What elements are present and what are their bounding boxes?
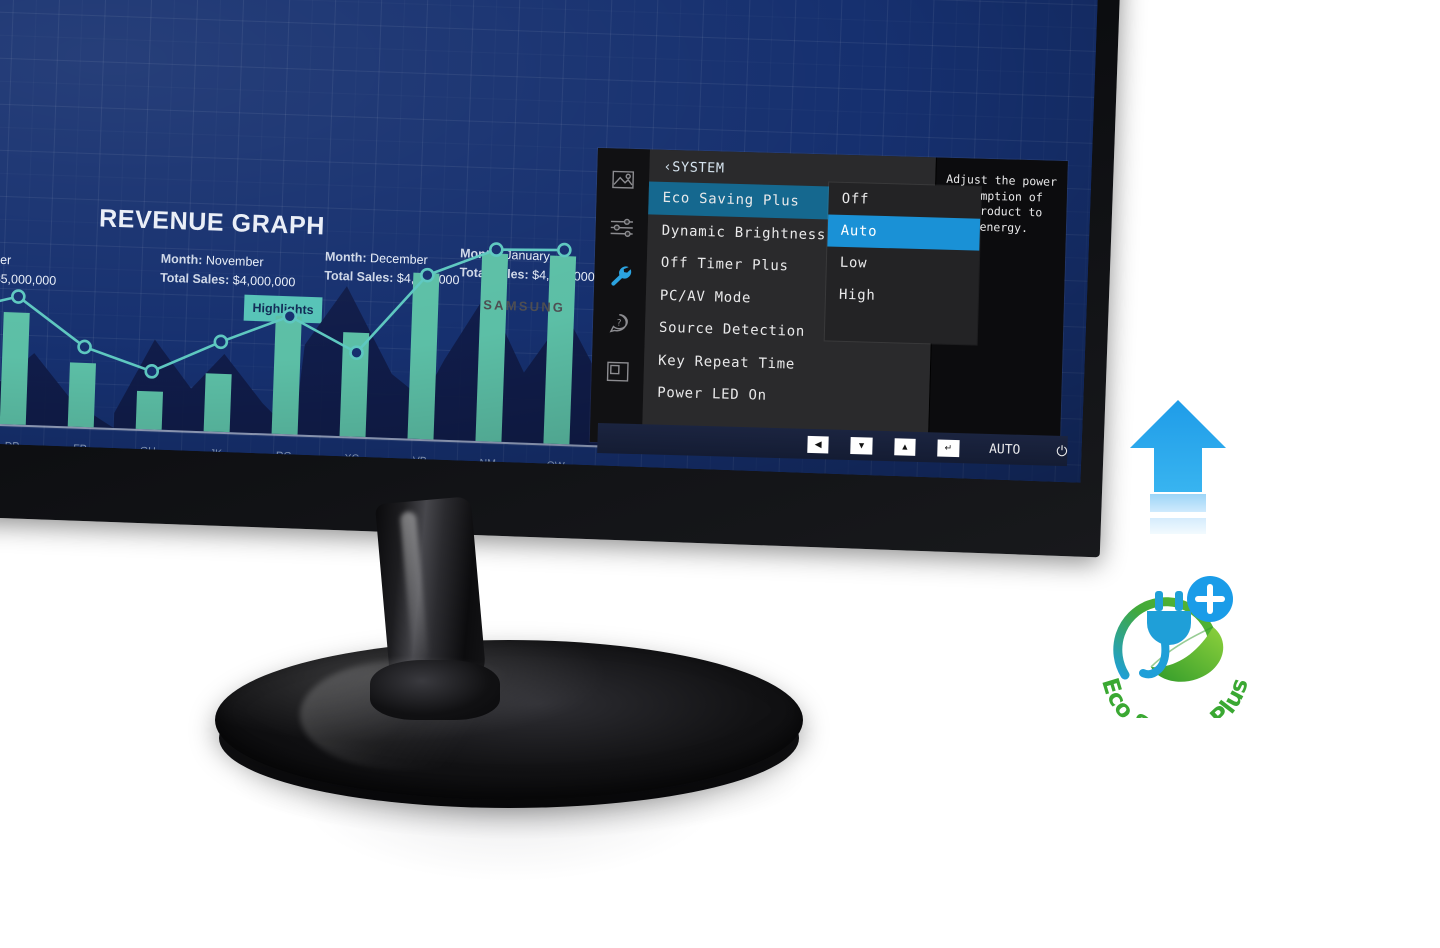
menu-item-eco-saving-plus[interactable]: Eco Saving Plus: [648, 181, 832, 220]
option-off[interactable]: Off: [828, 182, 981, 218]
osd-body: ‹SYSTEM Eco Saving Plus Dynamic Brightne…: [641, 149, 982, 452]
auto-button[interactable]: AUTO: [989, 441, 1021, 457]
revenue-bar-chart: RG DP FP GH JK RG XC VB NM QW: [0, 163, 611, 482]
option-high[interactable]: High: [826, 278, 979, 314]
screenshot-root: 2014 America + Europe 2020 $12,000,000 2…: [0, 0, 1440, 948]
breadcrumb-label: SYSTEM: [672, 159, 725, 177]
option-auto[interactable]: Auto: [827, 214, 981, 251]
pip-icon[interactable]: [604, 358, 631, 385]
picture-icon[interactable]: [610, 166, 637, 193]
eco-logo-graphic: Eco Saving Plus: [1096, 576, 1254, 747]
left-arrow-icon: ◀: [814, 438, 822, 449]
down-arrow-icon: ▼: [856, 439, 867, 450]
eco-saving-plus-logo: Eco Saving Plus: [1085, 563, 1265, 747]
option-low[interactable]: Low: [826, 246, 979, 282]
arrow-trail-2: [1150, 518, 1206, 534]
eco-logo-text: Eco Saving Plus: [1096, 675, 1254, 718]
svg-text:?: ?: [617, 319, 622, 329]
brand-logo: SAMSUNG: [483, 297, 566, 316]
enter-button[interactable]: ↵: [937, 438, 960, 457]
help-icon[interactable]: ?: [606, 310, 633, 337]
sliders-icon[interactable]: [608, 214, 635, 241]
menu-item-power-led-on[interactable]: Power LED On: [643, 376, 930, 416]
osd-icon-rail[interactable]: ?: [589, 148, 650, 444]
up-arrow-icon: ▲: [900, 440, 910, 452]
osd-menu[interactable]: ? ‹SYSTEM Eco Saving Plus Dynamic Bright…: [589, 148, 1068, 456]
power-button[interactable]: ⏻: [1056, 442, 1068, 459]
eco-saving-plus-dropdown[interactable]: Off Auto Low High: [824, 182, 982, 345]
down-button[interactable]: ▼: [850, 436, 873, 455]
stand-hinge: [370, 660, 500, 720]
wrench-icon[interactable]: [607, 262, 634, 289]
arrow-trail-1: [1150, 494, 1206, 512]
enter-icon: ↵: [944, 442, 953, 453]
up-arrow-graphic: [1128, 398, 1228, 548]
up-button[interactable]: ▲: [894, 437, 916, 456]
arrow-up-icon: [1130, 400, 1226, 492]
stand-neck-highlight: [399, 511, 429, 662]
left-button[interactable]: ◀: [807, 435, 830, 453]
